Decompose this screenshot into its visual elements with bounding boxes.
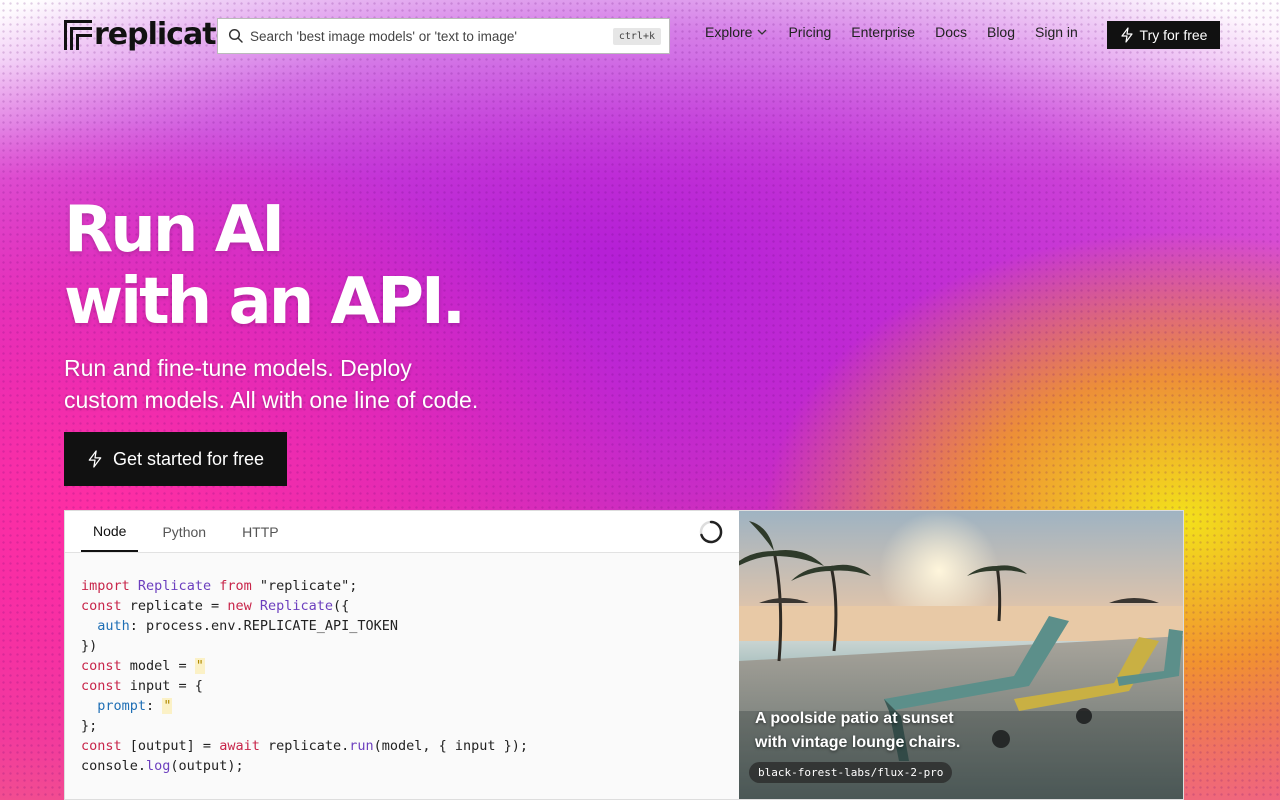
example-caption: A poolside patio at sunset with vintage … [755,710,961,751]
tab-http[interactable]: HTTP [230,511,291,552]
replicate-logo[interactable]: replicate [64,17,236,52]
try-for-free-button[interactable]: Try for free [1107,21,1220,49]
code-line: }) [81,638,98,654]
code-area: Node Python HTTP import Replicate from "… [65,511,739,799]
hero-subtitle-line-1: Run and fine-tune models. Deploy [64,355,412,381]
nav-explore-label: Explore [705,24,753,40]
code-example-panel: Node Python HTTP import Replicate from "… [64,510,1184,800]
code-line: const model = " [81,658,205,674]
lightning-icon [1120,27,1133,43]
chevron-down-icon [758,29,767,35]
search-box[interactable]: ctrl+k [217,18,670,54]
search-input[interactable] [250,28,613,44]
lightning-icon [88,450,102,468]
nav-pricing[interactable]: Pricing [788,24,831,40]
nav-blog[interactable]: Blog [987,24,1015,40]
code-line: const [output] = await replicate.run(mod… [81,738,529,754]
hero-title: Run AI with an API. [64,193,466,339]
try-for-free-label: Try for free [1139,27,1208,43]
code-block[interactable]: import Replicate from "replicate"; const … [65,553,739,776]
replicate-logo-icon [64,20,92,50]
loading-spinner-icon [699,520,723,544]
nav-enterprise[interactable]: Enterprise [851,24,915,40]
top-nav: replicate ctrl+k Explore Pricing Enterpr… [0,0,1280,72]
get-started-label: Get started for free [112,448,265,469]
code-line: auth: process.env.REPLICATE_API_TOKEN [97,618,398,634]
code-line: console.log(output); [81,758,244,774]
hero-title-line-2: with an API. [64,265,466,339]
hero-subtitle: Run and fine-tune models. Deploy custom … [64,352,584,416]
tab-node[interactable]: Node [81,511,139,552]
code-line: const input = { [81,678,203,694]
code-line: prompt: " [97,698,173,714]
code-line: }; [81,718,98,734]
nav-links: Explore Pricing Enterprise Docs Blog Sig… [705,24,1078,40]
logo-text: replicate [94,17,236,52]
nav-docs[interactable]: Docs [935,24,967,40]
hero-subtitle-line-2: custom models. All with one line of code… [64,387,479,413]
nav-explore[interactable]: Explore [705,24,768,40]
code-line: const replicate = new Replicate({ [81,598,350,614]
example-output-image[interactable]: A poolside patio at sunset with vintage … [739,511,1183,799]
nav-sign-in[interactable]: Sign in [1035,24,1078,40]
model-name-badge[interactable]: black-forest-labs/flux-2-pro [749,762,953,783]
hero-title-line-1: Run AI [64,193,285,267]
search-shortcut-hint: ctrl+k [612,27,661,45]
search-icon [228,28,243,43]
language-tabs: Node Python HTTP [65,511,739,553]
get-started-button[interactable]: Get started for free [64,432,287,486]
code-line: import Replicate from "replicate"; [81,578,358,594]
tab-python[interactable]: Python [150,511,218,552]
poolside-sunset-image [739,511,1183,799]
